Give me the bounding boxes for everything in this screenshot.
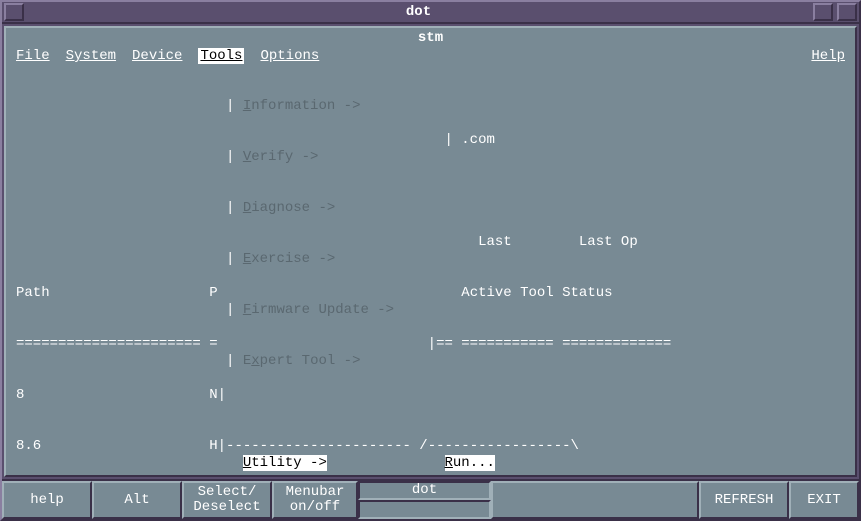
submenu-run[interactable]: Run... (445, 455, 495, 471)
toolbar-refresh-button[interactable]: REFRESH (699, 481, 789, 519)
toolbar-spacer (491, 481, 699, 519)
bottom-toolbar: help Alt Select/ Deselect Menubar on/off… (2, 479, 859, 519)
menubar: File System Device Tools Options Help (16, 48, 845, 64)
menu-device[interactable]: Device (132, 48, 182, 64)
toolbar-dot-label: dot (358, 481, 491, 500)
tools-firmware: Firmware Update -> (243, 302, 394, 318)
menu-file[interactable]: File (16, 48, 50, 64)
toolbar-dot-cell: dot (358, 481, 491, 519)
menu-help[interactable]: Help (811, 48, 845, 64)
window-title: dot (26, 4, 811, 20)
tools-expert: Expert Tool -> (243, 353, 361, 369)
window-minimize-button[interactable] (813, 3, 833, 21)
titlebar: dot (2, 2, 859, 24)
app-title: stm (16, 30, 845, 46)
menu-system[interactable]: System (66, 48, 116, 64)
toolbar-exit-button[interactable]: EXIT (789, 481, 859, 519)
toolbar-menubar-button[interactable]: Menubar on/off (272, 481, 358, 519)
window-menu-button[interactable] (4, 3, 24, 21)
terminal-grid: | .com Last Last Op Path P Active Tool S… (16, 64, 845, 477)
toolbar-dot-input[interactable] (358, 500, 491, 519)
tools-exercise: Exercise -> (243, 251, 335, 267)
tools-diagnose: Diagnose -> (243, 200, 335, 216)
tools-verify: Verify -> (243, 149, 319, 165)
toolbar-select-button[interactable]: Select/ Deselect (182, 481, 272, 519)
toolbar-alt-button[interactable]: Alt (92, 481, 182, 519)
tools-utility[interactable]: Utility -> (243, 455, 327, 471)
menu-options[interactable]: Options (260, 48, 319, 64)
menu-tools[interactable]: Tools (198, 48, 244, 64)
tools-information: Information -> (243, 98, 361, 114)
window-maximize-button[interactable] (837, 3, 857, 21)
toolbar-help-button[interactable]: help (2, 481, 92, 519)
window-frame: dot stm File System Device Tools Options… (0, 0, 861, 521)
terminal-area: stm File System Device Tools Options Hel… (4, 26, 857, 477)
